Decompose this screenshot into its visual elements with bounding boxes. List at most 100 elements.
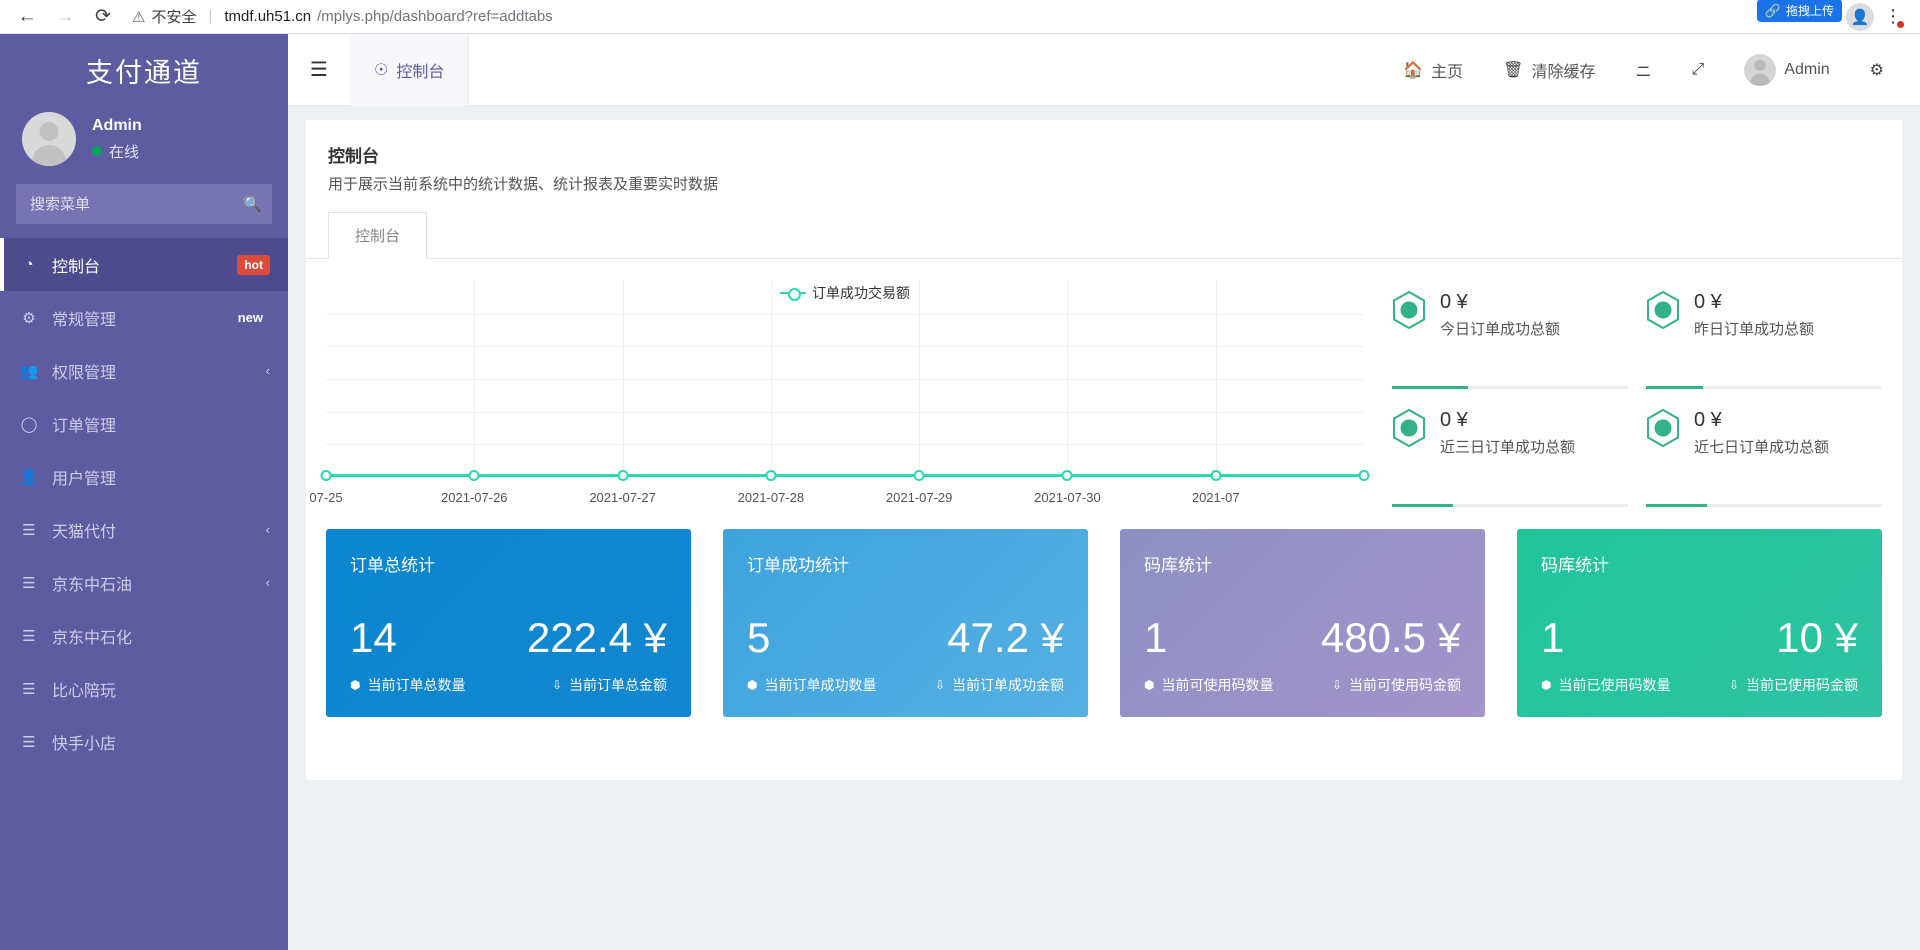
sidebar-item-label: 快手小店 — [52, 730, 270, 754]
mini-stat-label: 近三日订单成功总额 — [1440, 436, 1628, 457]
omnibox-divider: | — [208, 8, 212, 25]
back-arrow-icon[interactable]: ← — [8, 2, 46, 32]
chart-gridline-h — [326, 314, 1364, 315]
translate-button[interactable]: ニ — [1615, 34, 1671, 106]
sidebar-item-label: 京东中石油 — [52, 571, 254, 595]
extension-upload-pill[interactable]: 🔗 拖拽上传 — [1757, 0, 1842, 22]
user-icon: 👤 — [18, 468, 40, 486]
summary-card-title: 码库统计 — [1144, 551, 1461, 576]
summary-card-title: 码库统计 — [1541, 551, 1858, 576]
sidebar-menu: ◔控制台hot⚙常规管理new👥权限管理‹◯订单管理👤用户管理☰天猫代付‹☰京东… — [0, 238, 288, 768]
chart-x-tick-label: 2021-07-30 — [1034, 490, 1101, 505]
avatar — [22, 112, 76, 166]
summary-card-left-value: 5 — [747, 617, 906, 659]
brand-title: 支付通道 — [0, 34, 288, 106]
chart-data-point[interactable] — [765, 470, 776, 481]
chart-gridline-v — [771, 281, 772, 477]
dashboard-icon: ◔ — [18, 256, 40, 273]
mini-stat-value: 0 ¥ — [1694, 409, 1882, 432]
panel-tab-dashboard[interactable]: 控制台 — [328, 212, 427, 259]
sidebar-item-label: 订单管理 — [52, 412, 270, 436]
sidebar-item-4[interactable]: 👤用户管理 — [0, 450, 288, 503]
chevron-left-icon: ‹ — [266, 522, 270, 537]
sidebar: 支付通道 Admin 在线 🔍 ◔控制台hot⚙常规管理new👥权限管理‹◯订单… — [0, 34, 288, 950]
mini-stat-value: 0 ¥ — [1440, 409, 1628, 432]
home-icon: 🏠 — [1403, 60, 1423, 80]
sidebar-item-7[interactable]: ☰京东中石化 — [0, 609, 288, 662]
clear-cache-button[interactable]: 🗑 清除缓存 — [1483, 34, 1615, 106]
home-button[interactable]: 🏠 主页 — [1383, 34, 1483, 106]
profile-avatar-icon[interactable]: 👤 — [1846, 3, 1874, 31]
user-menu[interactable]: Admin — [1724, 34, 1849, 106]
summary-card-right-value: 10 ¥ — [1776, 617, 1858, 659]
mini-stat-progress — [1646, 386, 1882, 389]
browser-toolbar: ← → ⟳ ⚠ 不安全 | tmdf.uh51.cn/mplys.php/das… — [0, 0, 1920, 34]
sidebar-item-label: 常规管理 — [52, 306, 219, 330]
sidebar-item-0[interactable]: ◔控制台hot — [0, 238, 288, 291]
sidebar-user-name: Admin — [92, 117, 142, 135]
sidebar-item-5[interactable]: ☰天猫代付‹ — [0, 503, 288, 556]
summary-card-left-caption: 当前可使用码数量 — [1161, 675, 1273, 695]
mini-stat-card: 0 ¥近七日订单成功总额 — [1646, 409, 1882, 507]
chart-data-point[interactable] — [1062, 470, 1073, 481]
legend-label: 订单成功交易额 — [812, 283, 910, 303]
hexagon-icon — [1646, 291, 1680, 329]
chart-gridline-h — [326, 444, 1364, 445]
link-icon: 🔗 — [1765, 3, 1781, 19]
tab-dashboard[interactable]: ☉ 控制台 — [350, 34, 469, 106]
search-input[interactable] — [16, 196, 243, 213]
forward-arrow-icon[interactable]: → — [46, 2, 84, 32]
summary-card-left-caption: 当前订单成功数量 — [764, 675, 876, 695]
content-area: 控制台 用于展示当前系统中的统计数据、统计报表及重要实时数据 控制台 订单成功交… — [288, 106, 1920, 950]
page-subtitle: 用于展示当前系统中的统计数据、统计报表及重要实时数据 — [328, 173, 1880, 194]
circle-icon: ◯ — [18, 415, 40, 433]
address-bar[interactable]: ⚠ 不安全 | tmdf.uh51.cn/mplys.php/dashboard… — [132, 3, 1757, 31]
settings-button[interactable]: ⚙ — [1850, 34, 1904, 106]
chart-data-point[interactable] — [1359, 470, 1370, 481]
chart-gridline-v — [623, 281, 624, 477]
mini-stat-card: 0 ¥昨日订单成功总额 — [1646, 291, 1882, 389]
extension-pill-label: 拖拽上传 — [1786, 2, 1834, 19]
sidebar-item-2[interactable]: 👥权限管理‹ — [0, 344, 288, 397]
sidebar-user-status: 在线 — [92, 141, 142, 162]
list-icon: ☰ — [18, 521, 40, 539]
chart-data-point[interactable] — [321, 470, 332, 481]
url-host: tmdf.uh51.cn — [224, 8, 311, 25]
mini-stat-value: 0 ¥ — [1440, 291, 1628, 314]
chart-legend[interactable]: 订单成功交易额 — [780, 283, 910, 303]
chart-data-point[interactable] — [469, 470, 480, 481]
not-secure-warning-icon: ⚠ — [132, 8, 145, 26]
hexagon-icon — [1392, 291, 1426, 329]
main-region: ☰ ☉ 控制台 🏠 主页 🗑 清除缓存 ニ ⤢ — [288, 34, 1920, 950]
chart-data-point[interactable] — [617, 470, 628, 481]
hexagon-icon — [1392, 409, 1426, 447]
url-path: /mplys.php/dashboard?ref=addtabs — [317, 8, 553, 25]
search-icon[interactable]: 🔍 — [243, 195, 278, 213]
hexagon-icon — [1646, 409, 1680, 447]
sort-amount-icon: ⇩ — [552, 678, 562, 692]
fullscreen-button[interactable]: ⤢ — [1671, 34, 1724, 106]
summary-card-row: 订单总统计14⬢当前订单总数量222.4 ¥⇩当前订单总金额订单成功统计5⬢当前… — [306, 507, 1902, 751]
sidebar-item-8[interactable]: ☰比心陪玩 — [0, 662, 288, 715]
chart-gridline-h — [326, 346, 1364, 347]
sidebar-item-1[interactable]: ⚙常规管理new — [0, 291, 288, 344]
sidebar-item-label: 控制台 — [52, 253, 225, 277]
translate-icon: ニ — [1635, 58, 1651, 82]
chart-data-point[interactable] — [914, 470, 925, 481]
chart-gridline-v — [1216, 281, 1217, 477]
chart-gridline-h — [326, 412, 1364, 413]
security-label: 不安全 — [151, 6, 196, 27]
summary-card-right-caption: 当前已使用码金额 — [1746, 675, 1858, 695]
panel-tabstrip: 控制台 — [306, 212, 1902, 259]
sidebar-item-9[interactable]: ☰快手小店 — [0, 715, 288, 768]
reload-icon[interactable]: ⟳ — [84, 2, 122, 32]
summary-card-left-caption: 当前已使用码数量 — [1558, 675, 1670, 695]
sidebar-item-3[interactable]: ◯ 订单管理 — [0, 397, 288, 450]
chart-data-point[interactable] — [1210, 470, 1221, 481]
more-options-icon[interactable]: ⋮ — [1878, 2, 1908, 32]
avatar-icon — [1744, 54, 1776, 86]
hamburger-icon[interactable]: ☰ — [288, 34, 350, 106]
sidebar-item-6[interactable]: ☰京东中石油‹ — [0, 556, 288, 609]
menu-search[interactable]: 🔍 — [16, 184, 272, 224]
hexagon-icon: ⬢ — [1541, 678, 1551, 692]
